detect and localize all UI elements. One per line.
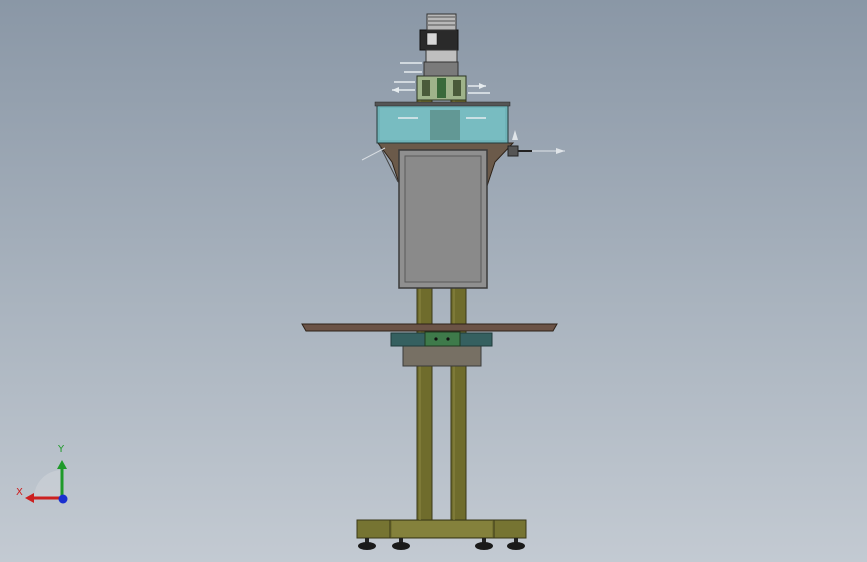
drive-motor[interactable] xyxy=(400,13,459,77)
coordinate-triad[interactable] xyxy=(25,460,68,504)
leveling-feet xyxy=(358,538,525,550)
cad-viewport[interactable]: X Y xyxy=(0,0,867,562)
front-panel[interactable] xyxy=(398,149,488,289)
drive-housing[interactable] xyxy=(402,345,482,367)
hopper-tank[interactable] xyxy=(374,101,511,144)
side-actuator[interactable] xyxy=(507,130,565,157)
machine-base[interactable] xyxy=(356,519,527,539)
conveyor-unit[interactable] xyxy=(390,331,493,347)
feed-mechanism[interactable] xyxy=(392,75,490,101)
machine-model[interactable] xyxy=(0,0,867,562)
axis-x-label: X xyxy=(16,487,23,498)
axis-y-label: Y xyxy=(58,444,65,455)
work-tray[interactable] xyxy=(301,323,558,332)
